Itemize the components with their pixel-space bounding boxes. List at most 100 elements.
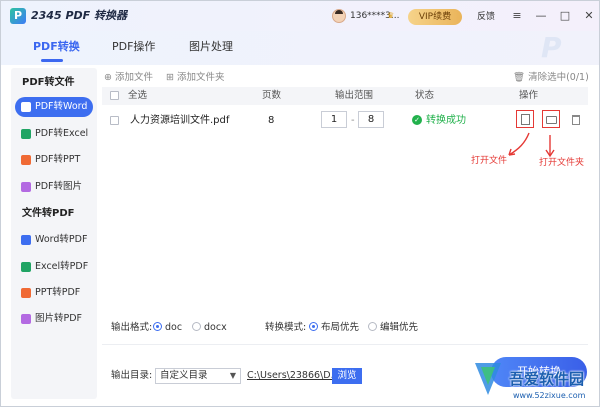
sidebar-item-label: PPT转PDF [35, 287, 81, 298]
ppt-icon [21, 155, 31, 165]
open-folder-button[interactable] [542, 110, 560, 128]
sidebar-item-pdf-to-word[interactable]: PDF转Word [15, 97, 93, 117]
watermark-text: 吾爱软件园 [509, 370, 585, 388]
open-file-button[interactable] [516, 110, 534, 128]
output-path-link[interactable]: C:\Users\23866\D... [247, 369, 340, 383]
document-icon [521, 114, 530, 125]
browse-button[interactable]: 浏览 [332, 368, 362, 384]
trash-icon: 🗑 [513, 72, 526, 83]
format-doc-label: doc [165, 322, 183, 333]
folder-plus-icon: ⊞ [166, 72, 174, 83]
chevron-down-icon: ▼ [229, 371, 236, 380]
mode-edit-label: 编辑优先 [380, 322, 419, 333]
tab-image-process[interactable]: 图片处理 [189, 38, 233, 56]
annotation-open-file: 打开文件 [471, 156, 508, 166]
plus-circle-icon: ⊕ [104, 72, 112, 83]
vip-renew-button[interactable]: VIP续费 [408, 9, 462, 25]
success-check-icon: ✓ [412, 115, 422, 125]
file-name: 人力资源培训文件.pdf [130, 115, 230, 126]
maximize-icon[interactable]: □ [557, 8, 573, 24]
sidebar-item-pdf-to-image[interactable]: PDF转图片 [15, 177, 93, 197]
format-docx-radio[interactable]: docx [192, 321, 227, 335]
divider [102, 344, 588, 345]
app-title: 2345 PDF 转换器 [31, 9, 127, 22]
image-icon [21, 314, 31, 324]
image-icon [21, 182, 31, 192]
sidebar-item-label: PDF转Excel [35, 128, 89, 139]
sidebar-item-label: PDF转Word [35, 101, 88, 112]
folder-icon [546, 116, 557, 124]
background-logo-mark: P [541, 31, 562, 64]
header-output-range: 输出范围 [335, 90, 374, 101]
sidebar-item-pdf-to-ppt[interactable]: PDF转PPT [15, 150, 93, 170]
range-from-input[interactable]: 1 [321, 111, 347, 128]
status-badge: 转换成功 [426, 115, 466, 126]
header-select-all: 全选 [128, 90, 148, 101]
mode-layout-radio[interactable]: 布局优先 [309, 321, 359, 335]
sidebar-item-label: Excel转PDF [35, 261, 89, 272]
radio-selected-icon [309, 322, 318, 331]
minimize-icon[interactable]: — [533, 8, 549, 24]
convert-mode-row: 转换模式: [265, 321, 306, 335]
clear-selected-button[interactable]: 🗑 清除选中(0/1) [513, 71, 589, 85]
add-folder-button[interactable]: ⊞ 添加文件夹 [166, 71, 225, 85]
annotation-open-folder: 打开文件夹 [539, 158, 585, 168]
header-status: 状态 [415, 90, 435, 101]
sidebar-group-file-to-pdf: 文件转PDF [22, 208, 75, 219]
tab-pdf-convert[interactable]: PDF转换 [33, 38, 80, 56]
table-header: 全选 页数 输出范围 状态 操作 [102, 87, 588, 105]
add-file-label: 添加文件 [115, 72, 154, 83]
sidebar-item-excel-to-pdf[interactable]: Excel转PDF [15, 257, 93, 277]
mode-edit-radio[interactable]: 编辑优先 [368, 321, 418, 335]
excel-icon [21, 262, 31, 272]
sidebar-item-pdf-to-excel[interactable]: PDF转Excel [15, 124, 93, 144]
sidebar-item-label: Word转PDF [35, 234, 88, 245]
output-format-row: 输出格式: [111, 321, 152, 335]
title-bar: P 2345 PDF 转换器 136****3... ♛ VIP续费 反馈 ≡ … [1, 1, 599, 31]
sidebar-item-label: PDF转图片 [35, 181, 83, 192]
avatar[interactable] [332, 9, 346, 23]
radio-selected-icon [153, 322, 162, 331]
convert-mode-label: 转换模式: [265, 322, 307, 333]
mode-layout-label: 布局优先 [321, 322, 360, 333]
watermark-url: www.52zixue.com [513, 391, 586, 400]
sidebar-item-label: PDF转PPT [35, 154, 81, 165]
sidebar-group-pdf-to-file: PDF转文件 [22, 77, 75, 88]
page-count: 8 [268, 115, 275, 126]
sidebar-item-label: 图片转PDF [35, 313, 83, 324]
vip-crown-icon: ♛ [387, 11, 395, 20]
delete-row-icon[interactable] [572, 115, 580, 125]
app-window: P 2345 PDF 转换器 136****3... ♛ VIP续费 反馈 ≡ … [0, 0, 600, 407]
main-tabs [1, 31, 599, 65]
radio-icon [192, 322, 201, 331]
row-checkbox[interactable] [110, 116, 119, 125]
output-format-label: 输出格式: [111, 322, 153, 333]
tab-pdf-operate[interactable]: PDF操作 [112, 38, 155, 56]
add-file-button[interactable]: ⊕ 添加文件 [104, 71, 153, 85]
add-folder-label: 添加文件夹 [177, 72, 225, 83]
format-doc-radio[interactable]: doc [153, 321, 182, 335]
active-tab-indicator [41, 59, 63, 62]
format-docx-label: docx [204, 322, 227, 333]
output-dir-select-value: 自定义目录 [160, 370, 208, 381]
word-icon [21, 102, 31, 112]
sidebar-item-word-to-pdf[interactable]: Word转PDF [15, 230, 93, 250]
word-icon [21, 235, 31, 245]
menu-icon[interactable]: ≡ [509, 8, 525, 24]
output-dir-label: 输出目录: [111, 370, 153, 381]
range-to-input[interactable]: 8 [358, 111, 384, 128]
ppt-icon [21, 288, 31, 298]
app-logo-icon: P [10, 8, 26, 24]
select-all-checkbox[interactable] [110, 91, 119, 100]
clear-selected-label: 清除选中(0/1) [528, 72, 589, 83]
range-separator: - [351, 115, 355, 126]
header-actions: 操作 [519, 90, 539, 101]
feedback-link[interactable]: 反馈 [477, 10, 495, 24]
watermark-logo [475, 363, 501, 395]
sidebar-item-ppt-to-pdf[interactable]: PPT转PDF [15, 283, 93, 303]
sidebar-item-image-to-pdf[interactable]: 图片转PDF [15, 309, 93, 329]
close-icon[interactable]: ✕ [581, 8, 597, 24]
header-pages: 页数 [262, 90, 282, 101]
output-dir-select[interactable]: 自定义目录 ▼ [155, 368, 241, 384]
radio-icon [368, 322, 377, 331]
